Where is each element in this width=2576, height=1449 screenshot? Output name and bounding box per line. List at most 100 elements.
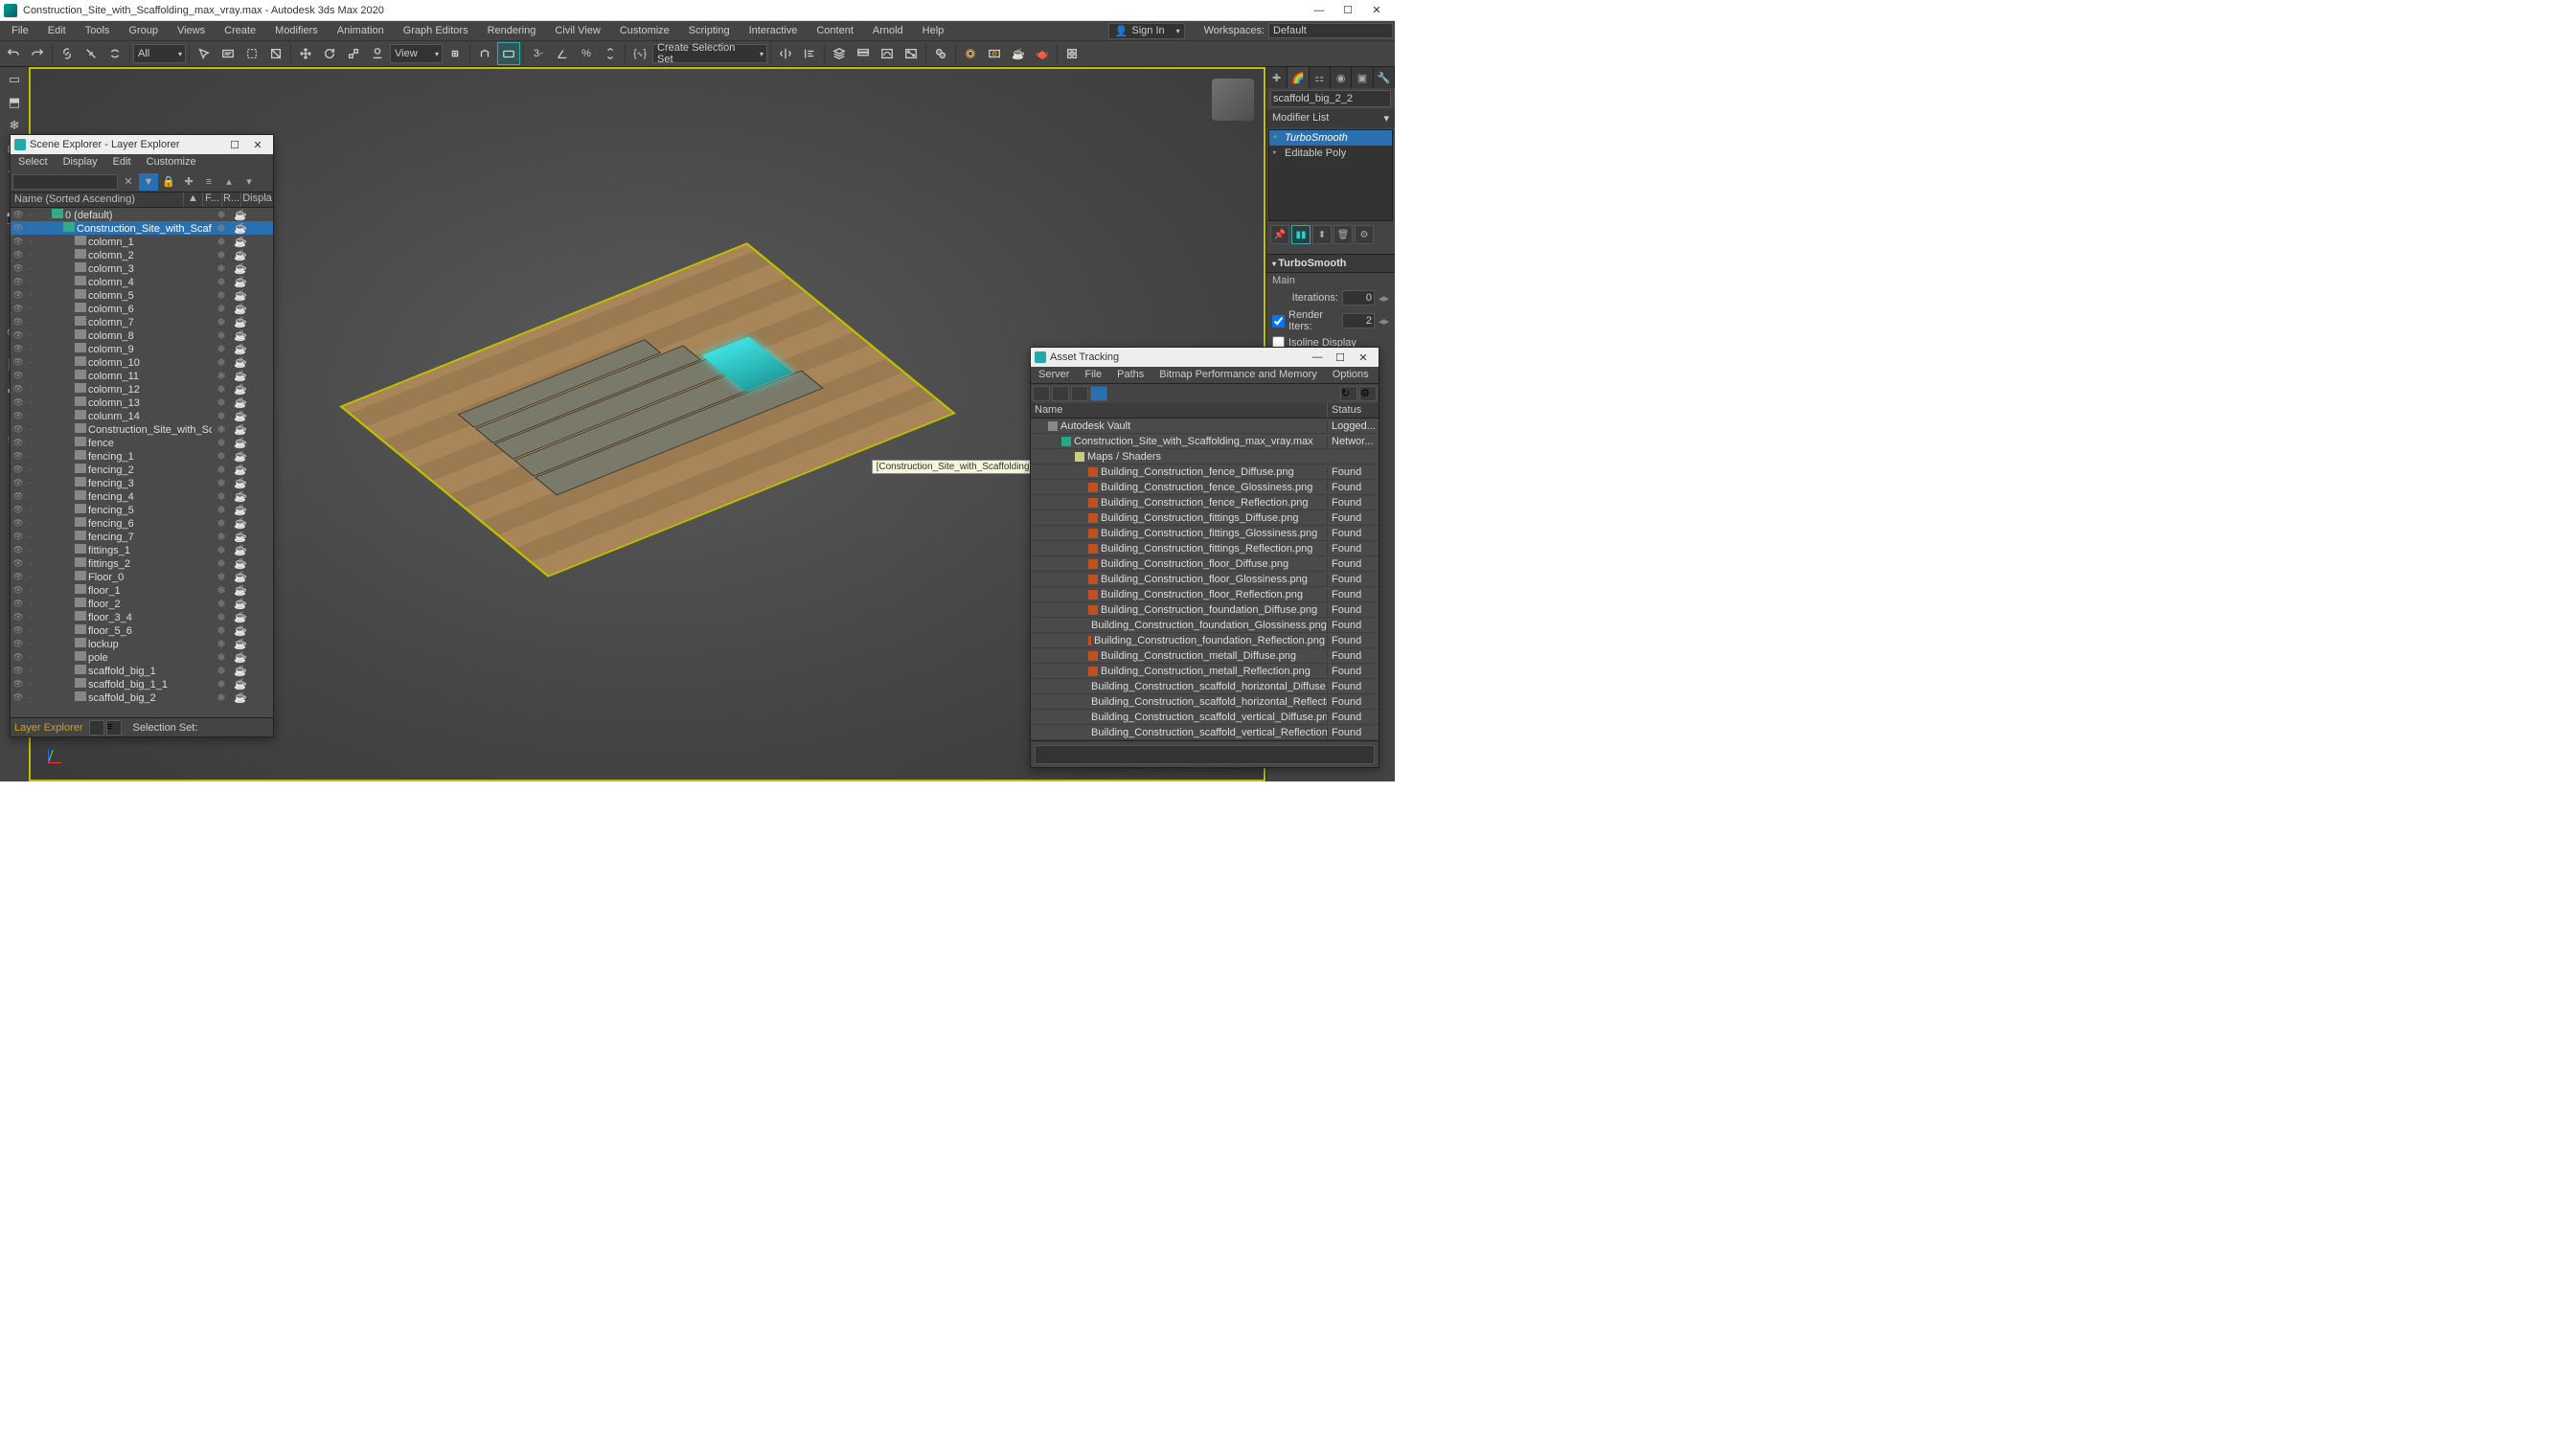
render-cell[interactable]: ☕ <box>231 249 250 261</box>
render-cell[interactable]: ☕ <box>231 598 250 610</box>
frozen-cell[interactable]: ❄ <box>212 303 231 315</box>
tree-row[interactable]: 👁·pole❄☕ <box>11 650 273 664</box>
frozen-cell[interactable]: ❄ <box>212 464 231 476</box>
iterations-input[interactable] <box>1342 290 1375 306</box>
render-cell[interactable]: ☕ <box>231 624 250 637</box>
move-button[interactable] <box>294 42 317 65</box>
freeze-icon[interactable]: · <box>25 478 36 488</box>
select-object-button[interactable] <box>193 42 216 65</box>
render-cell[interactable]: ☕ <box>231 343 250 355</box>
frozen-cell[interactable]: ❄ <box>212 209 231 221</box>
asset-row[interactable]: Building_Construction_scaffold_vertical_… <box>1031 710 1379 725</box>
freeze-icon[interactable]: · <box>25 277 36 287</box>
scene-explorer-close-button[interactable]: ✕ <box>246 139 269 151</box>
tree-row[interactable]: 👁·scaffold_big_2❄☕ <box>11 691 273 704</box>
object-name-input[interactable] <box>1270 90 1391 107</box>
select-region-rect-button[interactable] <box>240 42 263 65</box>
show-end-result-icon[interactable]: ▮▮ <box>1291 225 1311 244</box>
visibility-icon[interactable]: 👁 <box>12 263 24 274</box>
render-cell[interactable]: ☕ <box>231 557 250 570</box>
visibility-icon[interactable]: 👁 <box>12 572 24 582</box>
visibility-icon[interactable]: 👁 <box>12 330 24 341</box>
freeze-icon[interactable]: · <box>25 666 36 676</box>
frozen-cell[interactable]: ❄ <box>212 437 231 449</box>
frozen-cell[interactable]: ❄ <box>212 678 231 691</box>
modifier-item[interactable]: Editable Poly <box>1269 146 1392 161</box>
tree-row[interactable]: 👁·colomn_2❄☕ <box>11 248 273 261</box>
menu-modifiers[interactable]: Modifiers <box>265 23 328 38</box>
tree-row[interactable]: 👁·floor_3_4❄☕ <box>11 610 273 623</box>
freeze-icon[interactable]: · <box>25 679 36 690</box>
visibility-icon[interactable]: 👁 <box>12 411 24 421</box>
visibility-icon[interactable]: 👁 <box>12 666 24 676</box>
menu-help[interactable]: Help <box>913 23 954 38</box>
modifier-list-dropdown[interactable]: Modifier List ▾ <box>1266 109 1395 127</box>
asset-tracking-max-button[interactable]: ☐ <box>1329 351 1352 364</box>
render-cell[interactable]: ☕ <box>231 303 250 315</box>
asset-row[interactable]: Maps / Shaders <box>1031 449 1379 464</box>
frozen-cell[interactable]: ❄ <box>212 490 231 503</box>
asset-row[interactable]: Building_Construction_floor_Reflection.p… <box>1031 587 1379 602</box>
schematic-view-button[interactable] <box>900 42 923 65</box>
asset-row[interactable]: Building_Construction_fence_Diffuse.pngF… <box>1031 464 1379 480</box>
at-menu-file[interactable]: File <box>1077 367 1109 383</box>
at-tb-settings[interactable]: ⚙ <box>1359 386 1377 401</box>
tree-row[interactable]: 👁·fencing_3❄☕ <box>11 476 273 489</box>
visibility-icon[interactable]: 👁 <box>12 612 24 623</box>
asset-row[interactable]: Building_Construction_fittings_Diffuse.p… <box>1031 510 1379 526</box>
render-cell[interactable]: ☕ <box>231 450 250 463</box>
frozen-cell[interactable]: ❄ <box>212 584 231 597</box>
at-tb-refresh[interactable]: ↻ <box>1340 386 1357 401</box>
tree-row[interactable]: 👁·colomn_1❄☕ <box>11 235 273 248</box>
menu-rendering[interactable]: Rendering <box>478 23 546 38</box>
maximize-button[interactable]: ☐ <box>1334 1 1362 20</box>
at-menu-paths[interactable]: Paths <box>1109 367 1151 383</box>
se-mode-dropdown[interactable] <box>89 720 104 736</box>
freeze-icon[interactable]: · <box>25 397 36 408</box>
render-cell[interactable]: ☕ <box>231 638 250 650</box>
visibility-icon[interactable]: 👁 <box>12 277 24 287</box>
se-header-frozen[interactable]: F... <box>202 192 221 207</box>
visibility-icon[interactable]: 👁 <box>12 290 24 301</box>
frozen-cell[interactable]: ❄ <box>212 571 231 583</box>
frozen-cell[interactable]: ❄ <box>212 450 231 463</box>
menu-customize[interactable]: Customize <box>610 23 679 38</box>
render-cell[interactable]: ☕ <box>231 651 250 664</box>
freeze-icon[interactable]: · <box>25 451 36 462</box>
render-cell[interactable]: ☕ <box>231 571 250 583</box>
tree-row[interactable]: 👁·colunm_14❄☕ <box>11 409 273 422</box>
se-header-display[interactable]: Displa <box>240 192 273 207</box>
visibility-icon[interactable]: 👁 <box>12 464 24 475</box>
window-crossing-button[interactable] <box>264 42 287 65</box>
visibility-icon[interactable]: 👁 <box>12 478 24 488</box>
mirror-button[interactable] <box>774 42 797 65</box>
material-editor-button[interactable] <box>929 42 952 65</box>
curve-editor-button[interactable]: {∿} <box>628 42 651 65</box>
se-menu-display[interactable]: Display <box>56 154 105 171</box>
modifier-item[interactable]: TurboSmooth <box>1269 130 1392 146</box>
freeze-icon[interactable]: · <box>25 424 36 435</box>
tree-row[interactable]: 👁·colomn_10❄☕ <box>11 355 273 369</box>
frozen-cell[interactable]: ❄ <box>212 396 231 409</box>
freeze-icon[interactable]: · <box>25 304 36 314</box>
asset-row[interactable]: Construction_Site_with_Scaffolding_max_v… <box>1031 434 1379 449</box>
freeze-icon[interactable]: · <box>25 250 36 260</box>
visibility-icon[interactable]: 👁 <box>12 679 24 690</box>
menu-group[interactable]: Group <box>119 23 168 38</box>
se-collapse-icon[interactable]: ▴ <box>219 173 239 191</box>
freeze-icon[interactable]: · <box>25 491 36 502</box>
link-button[interactable] <box>56 42 79 65</box>
keyboard-shortcut-button[interactable] <box>497 42 520 65</box>
rotate-button[interactable] <box>318 42 341 65</box>
tree-row[interactable]: 👁·colomn_13❄☕ <box>11 396 273 409</box>
percent-snap-button[interactable]: % <box>575 42 598 65</box>
freeze-icon[interactable]: · <box>25 585 36 596</box>
at-tb-1[interactable] <box>1033 386 1050 401</box>
frozen-cell[interactable]: ❄ <box>212 544 231 556</box>
freeze-icon[interactable]: · <box>25 505 36 515</box>
render-cell[interactable]: ☕ <box>231 289 250 302</box>
menu-scripting[interactable]: Scripting <box>679 23 740 38</box>
frozen-cell[interactable]: ❄ <box>212 665 231 677</box>
asset-row[interactable]: Building_Construction_floor_Diffuse.pngF… <box>1031 556 1379 572</box>
frozen-cell[interactable]: ❄ <box>212 356 231 369</box>
